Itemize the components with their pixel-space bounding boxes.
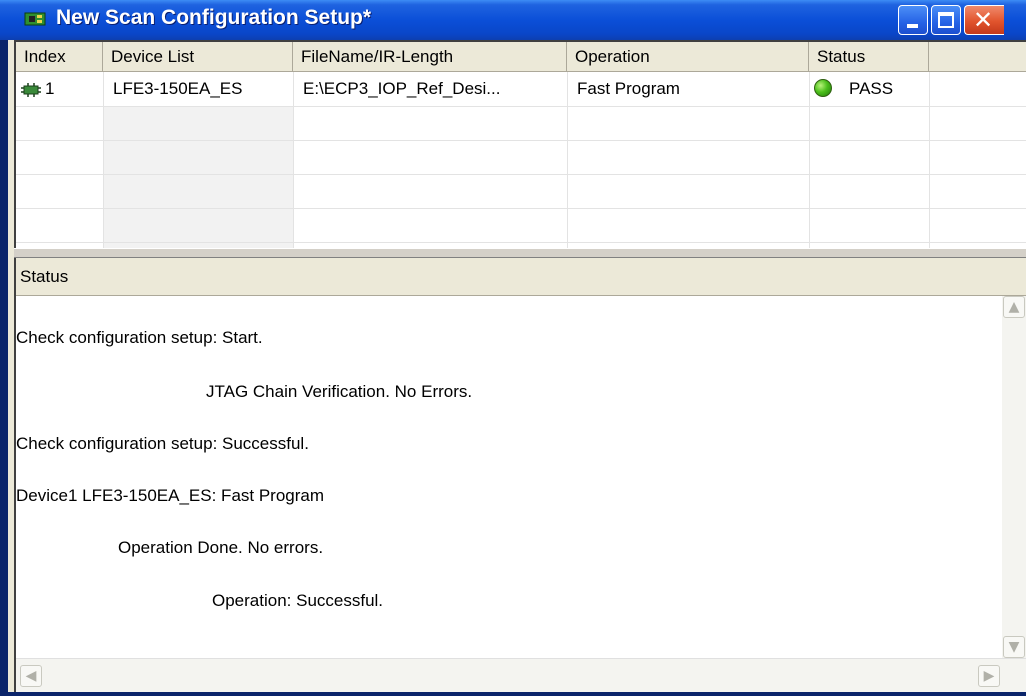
- chip-board-icon: [24, 12, 46, 26]
- column-header-empty: [929, 42, 1026, 72]
- log-line: Device1 LFE3-150EA_ES: Fast Program: [16, 486, 325, 505]
- column-divider: [293, 72, 294, 248]
- close-button[interactable]: ✕: [964, 5, 1004, 35]
- log-line: Operation: Successful.: [212, 591, 384, 610]
- row-filename[interactable]: E:\ECP3_IOP_Ref_Desi...: [303, 72, 500, 106]
- device-chip-icon: [21, 83, 41, 97]
- column-divider: [809, 72, 810, 248]
- status-panel-title: Status: [16, 258, 1026, 296]
- column-divider: [567, 72, 568, 248]
- maximize-button[interactable]: [931, 5, 961, 35]
- row-divider: [16, 242, 1026, 243]
- row-index[interactable]: 1: [45, 72, 54, 106]
- log-line: Check configuration setup: Start.: [16, 328, 263, 347]
- column-divider: [929, 72, 930, 248]
- title-bar[interactable]: New Scan Configuration Setup* ✕: [0, 0, 1026, 40]
- maximize-icon: [938, 12, 954, 28]
- minimize-button[interactable]: [898, 5, 928, 35]
- row-divider: [16, 208, 1026, 209]
- scroll-up-arrow-icon[interactable]: ▲: [1003, 296, 1025, 318]
- scan-config-window: New Scan Configuration Setup* ✕ Index De…: [0, 0, 1026, 696]
- log-line: Operation Done. No errors.: [118, 538, 324, 557]
- log-line: JTAG Chain Verification. No Errors.: [206, 382, 473, 401]
- panel-splitter[interactable]: [14, 248, 1026, 258]
- log-line: Check configuration setup: Successful.: [16, 434, 309, 453]
- column-header-operation[interactable]: Operation: [567, 42, 809, 72]
- scroll-right-arrow-icon[interactable]: ▶: [978, 665, 1000, 687]
- scroll-down-arrow-icon[interactable]: ▼: [1003, 636, 1025, 658]
- horizontal-scrollbar[interactable]: ◀ ▶: [16, 658, 1026, 692]
- vertical-scrollbar[interactable]: ▲ ▼: [1002, 296, 1026, 658]
- row-operation[interactable]: Fast Program: [577, 72, 680, 106]
- column-divider: [103, 72, 104, 248]
- column-header-filename[interactable]: FileName/IR-Length: [293, 42, 567, 72]
- status-panel: Status Check configuration setup: Start.…: [14, 258, 1026, 692]
- minimize-icon: [907, 24, 918, 28]
- device-table[interactable]: Index Device List FileName/IR-Length Ope…: [14, 40, 1026, 248]
- row-divider: [16, 174, 1026, 175]
- row-device-name[interactable]: LFE3-150EA_ES: [113, 72, 242, 106]
- row-status[interactable]: PASS: [849, 72, 893, 106]
- row-divider: [16, 106, 1026, 107]
- window-client-area: Index Device List FileName/IR-Length Ope…: [8, 40, 1026, 692]
- column-header-device-list[interactable]: Device List: [103, 42, 293, 72]
- column-header-index[interactable]: Index: [16, 42, 103, 72]
- close-icon: ✕: [973, 6, 994, 34]
- green-status-dot-icon: [814, 79, 832, 97]
- row-divider: [16, 140, 1026, 141]
- scroll-left-arrow-icon[interactable]: ◀: [20, 665, 42, 687]
- column-header-status[interactable]: Status: [809, 42, 929, 72]
- device-list-empty-column: [103, 106, 293, 248]
- window-title: New Scan Configuration Setup*: [56, 6, 372, 29]
